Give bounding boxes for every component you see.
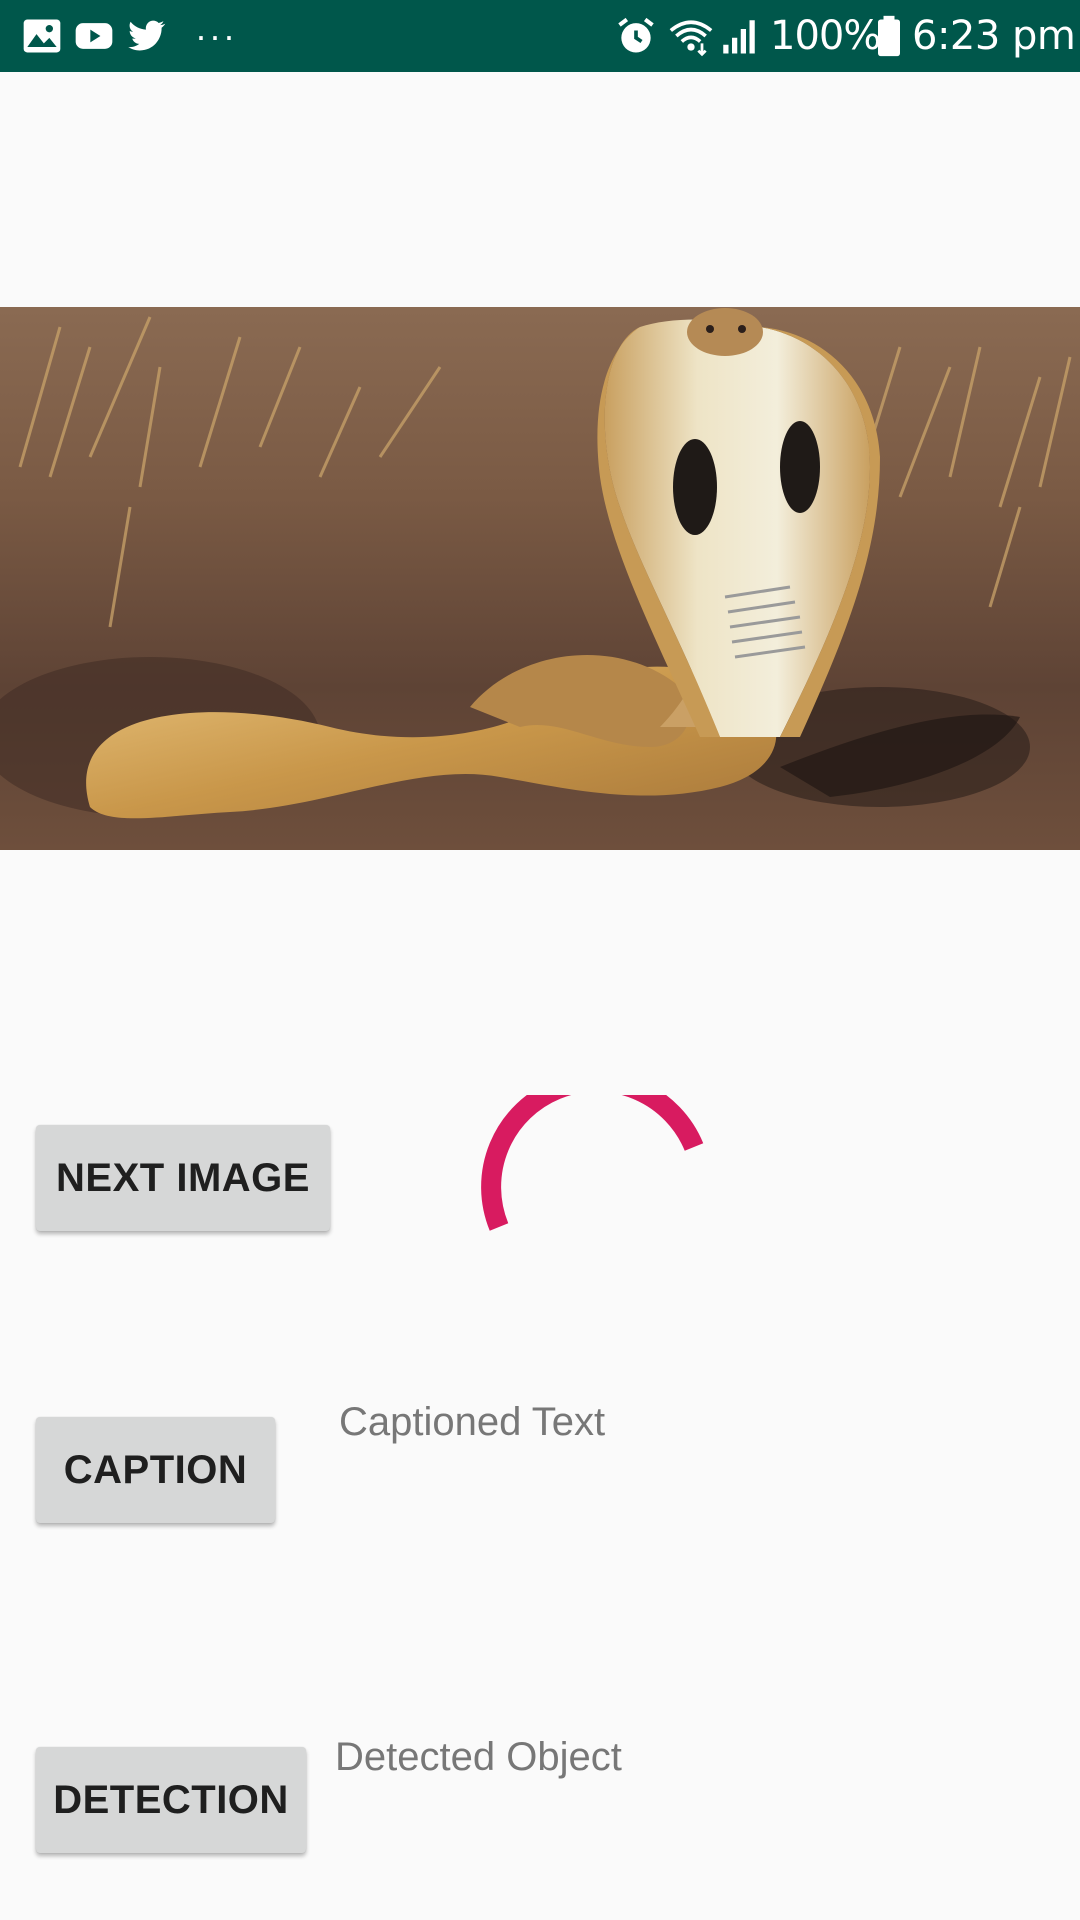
next-image-button[interactable]: NEXT IMAGE <box>36 1125 330 1231</box>
alarm-icon <box>614 14 658 58</box>
gallery-icon <box>20 14 64 58</box>
clock: 6:23 pm <box>912 13 1076 59</box>
twitter-icon <box>124 14 168 58</box>
wifi-icon <box>666 14 716 58</box>
loading-spinner <box>480 1095 720 1255</box>
youtube-icon <box>72 14 116 58</box>
captioned-text: Captioned Text <box>339 1400 606 1444</box>
cobra-photo <box>0 307 1080 850</box>
signal-icon <box>718 14 760 58</box>
battery-icon <box>874 14 904 58</box>
detection-button[interactable]: DETECTION <box>36 1747 306 1853</box>
battery-percent: 100% <box>770 13 881 59</box>
more-notifications-icon: ··· <box>195 15 237 56</box>
caption-button[interactable]: CAPTION <box>36 1417 275 1523</box>
detected-object-text: Detected Object <box>335 1735 622 1779</box>
status-bar: ··· 100% 6:23 pm <box>0 0 1080 72</box>
